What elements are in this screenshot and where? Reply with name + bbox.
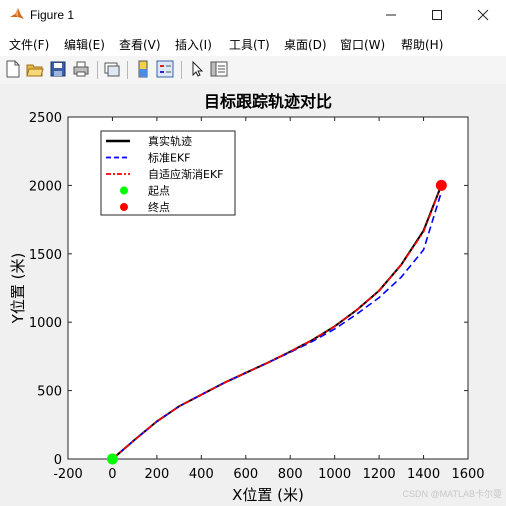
toolbar [0, 56, 506, 85]
chart-title: 目标跟踪轨迹对比 [204, 92, 332, 111]
menu-edit[interactable]: 编辑(E) [64, 36, 105, 53]
x-tick-label: 1600 [451, 467, 484, 482]
new-figure-icon[interactable] [4, 60, 22, 78]
maximize-button[interactable] [414, 0, 460, 30]
figure-canvas: 目标跟踪轨迹对比 X位置 (米) Y位置 (米) -200 0 200 400 600 8… [0, 84, 506, 506]
y-tick-label: 1500 [29, 248, 62, 263]
menu-bar: 文件(F) 编辑(E) 查看(V) 插入(I) 工具(T) 桌面(D) 窗口(W… [0, 30, 506, 56]
menu-view[interactable]: 查看(V) [119, 36, 161, 53]
legend[interactable]: 真实轨迹标准EKF 自适应渐消EKF 起点终点 [100, 130, 236, 216]
legend-marker-label-1: 终点 [148, 200, 170, 214]
menu-help[interactable]: 帮助(H) [401, 36, 443, 53]
save-icon[interactable] [49, 60, 67, 78]
title-bar: Figure 1 [0, 0, 506, 30]
menu-desktop[interactable]: 桌面(D) [284, 36, 327, 53]
colorbar-icon[interactable] [134, 60, 152, 78]
y-tick-label: 1000 [29, 316, 62, 331]
legend-label-0: 真实轨迹 [148, 134, 192, 148]
x-tick-label: -200 [53, 467, 83, 482]
start-marker [106, 453, 118, 465]
matlab-icon [10, 8, 24, 19]
x-tick-label: 1400 [407, 467, 440, 482]
x-tick-label: 800 [278, 467, 303, 482]
link-plot-icon[interactable] [103, 60, 121, 78]
pointer-icon[interactable] [188, 60, 206, 78]
menu-window[interactable]: 窗口(W) [340, 36, 385, 53]
minimize-button[interactable] [368, 0, 414, 30]
legend-label-1: 标准EKF [148, 151, 191, 165]
y-tick-label: 2000 [29, 179, 62, 194]
y-tick-label: 0 [54, 453, 62, 468]
x-tick-label: 200 [144, 467, 169, 482]
y-tick-label: 500 [37, 385, 62, 400]
toolbar-separator [127, 61, 128, 79]
x-tick-label: 600 [233, 467, 258, 482]
legend-marker-1 [120, 203, 128, 211]
maximize-icon [432, 10, 442, 20]
y-axis-label: Y位置 (米) [9, 253, 27, 325]
x-tick-label: 400 [189, 467, 214, 482]
toolbar-separator [181, 61, 182, 79]
legend-marker-0 [120, 186, 128, 195]
close-icon [477, 9, 489, 21]
open-file-icon[interactable] [26, 60, 44, 78]
x-axis-label: X位置 (米) [232, 486, 304, 504]
end-marker [435, 179, 447, 191]
window-title: Figure 1 [30, 8, 75, 22]
menu-insert[interactable]: 插入(I) [175, 36, 212, 53]
x-tick-label: 1200 [363, 467, 396, 482]
legend-icon[interactable] [156, 60, 174, 78]
legend-marker-label-0: 起点 [148, 185, 170, 198]
watermark: CSDN @MATLAB卡尔曼 [402, 489, 502, 499]
x-tick-label: 1000 [318, 467, 351, 482]
y-tick-label: 2500 [29, 111, 62, 126]
minimize-icon [386, 14, 396, 16]
print-icon[interactable] [72, 60, 90, 78]
toolbar-separator [97, 61, 98, 79]
menu-file[interactable]: 文件(F) [9, 36, 49, 53]
close-button[interactable] [460, 0, 506, 30]
property-editor-icon[interactable] [210, 60, 228, 78]
legend-label-2: 自适应渐消EKF [148, 167, 224, 181]
menu-tools[interactable]: 工具(T) [229, 36, 270, 53]
x-tick-label: 0 [108, 467, 116, 482]
